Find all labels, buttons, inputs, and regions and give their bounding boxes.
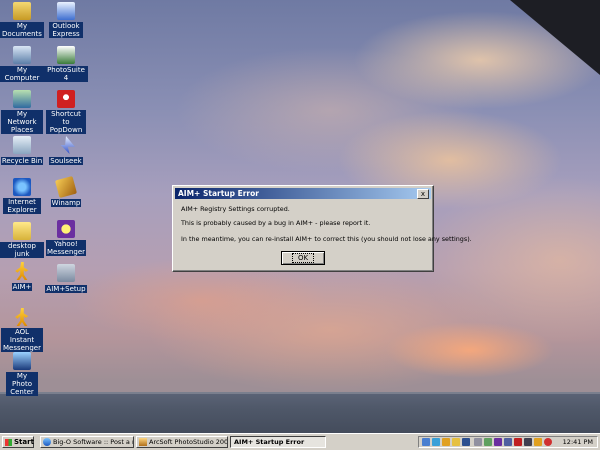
outlook-express-icon bbox=[57, 2, 75, 20]
desktop-icon-outlook-express[interactable]: Outlook Express bbox=[44, 2, 88, 38]
close-button[interactable]: x bbox=[417, 189, 429, 199]
soulseek-icon bbox=[60, 136, 75, 154]
update-icon[interactable] bbox=[432, 438, 440, 446]
windows-logo-icon bbox=[5, 439, 12, 446]
error-dialog: AIM+ Startup Error x AIM+ Registry Setti… bbox=[172, 185, 472, 272]
yahoo-messenger-icon bbox=[57, 220, 75, 238]
desktop-icon-internet-explorer[interactable]: Internet Explorer bbox=[0, 178, 44, 214]
desktop-icon-desktop-junk[interactable]: desktop junk bbox=[0, 222, 44, 258]
speaker-icon[interactable] bbox=[474, 438, 482, 446]
aol-instant-messenger-icon bbox=[15, 308, 29, 326]
browser-icon bbox=[43, 438, 51, 446]
dialog-message-line: AIM+ Registry Settings corrupted. bbox=[181, 205, 290, 213]
desktop-icon-label: My Documents bbox=[0, 22, 44, 38]
mcafee-icon[interactable] bbox=[514, 438, 522, 446]
network-places-icon bbox=[13, 90, 31, 108]
taskbar-button-big-o-software[interactable]: Big-O Software :: Post a n... bbox=[40, 436, 134, 448]
ok-button[interactable]: OK bbox=[281, 251, 325, 265]
desktop-icon-my-documents[interactable]: My Documents bbox=[0, 2, 44, 38]
network-icon[interactable] bbox=[422, 438, 430, 446]
desktop-icon-aol-instant-messenger[interactable]: AOL Instant Messenger bbox=[0, 308, 44, 352]
desktop-icon-recycle-bin[interactable]: Recycle Bin bbox=[0, 136, 44, 165]
system-tray: 12:41 PM bbox=[418, 436, 598, 448]
antivirus-icon[interactable] bbox=[524, 438, 532, 446]
taskbar-button-label: Big-O Software :: Post a n... bbox=[53, 438, 134, 446]
desktop-icon-label: AIM+ bbox=[11, 283, 33, 291]
taskbar-button-photostudio[interactable]: ArcSoft PhotoStudio 2000 bbox=[136, 436, 228, 448]
desktop-icon-shortcut-popdown[interactable]: Shortcut to PopDown bbox=[44, 90, 88, 134]
desktop-icon-label: AOL Instant Messenger bbox=[1, 328, 43, 352]
dialog-title: AIM+ Startup Error bbox=[178, 189, 259, 198]
desktop-icon-winamp[interactable]: Winamp bbox=[44, 175, 88, 207]
desktop-icon-my-network-places[interactable]: My Network Places bbox=[0, 90, 44, 134]
photosuite-icon bbox=[57, 46, 75, 64]
aim-setup-icon bbox=[57, 264, 75, 282]
corner-shadow bbox=[510, 0, 600, 75]
aim-tray-icon[interactable] bbox=[442, 438, 450, 446]
taskbar: Start Big-O Software :: Post a n... ArcS… bbox=[0, 433, 600, 450]
start-label: Start bbox=[14, 438, 34, 446]
desktop: My Documents My Computer My Network Plac… bbox=[0, 0, 600, 433]
desktop-icon-label: Recycle Bin bbox=[0, 157, 44, 165]
folder-icon bbox=[13, 222, 31, 240]
desktop-icon-my-photo-center[interactable]: My Photo Center bbox=[0, 352, 44, 396]
desktop-icon-label: My Computer bbox=[0, 66, 44, 82]
desktop-icon-label: PhotoSuite 4 bbox=[44, 66, 88, 82]
desktop-icon-label: My Photo Center bbox=[6, 372, 38, 396]
dialog-message-line: This is probably caused by a bug in AIM+… bbox=[181, 219, 371, 227]
desktop-icon-aim-plus[interactable]: AIM+ bbox=[0, 262, 44, 291]
desktop-icon-my-computer[interactable]: My Computer bbox=[0, 46, 44, 82]
soulseek-tray-icon[interactable] bbox=[462, 438, 470, 446]
desktop-icon-label: Outlook Express bbox=[49, 22, 83, 38]
desktop-icon-label: Yahoo! Messenger bbox=[46, 240, 86, 256]
monitor-icon[interactable] bbox=[504, 438, 512, 446]
winamp-tray-icon[interactable] bbox=[534, 438, 542, 446]
taskbar-button-label: AIM+ Startup Error bbox=[234, 438, 305, 446]
winamp-icon bbox=[54, 175, 78, 199]
aim-plus-tray-icon[interactable] bbox=[452, 438, 460, 446]
display-icon[interactable] bbox=[484, 438, 492, 446]
desktop-icon-label: desktop junk bbox=[0, 242, 44, 258]
horizon-line bbox=[0, 392, 600, 394]
desktop-icon-soulseek[interactable]: Soulseek bbox=[44, 136, 88, 165]
photo-center-icon bbox=[13, 352, 31, 370]
clock[interactable]: 12:41 PM bbox=[563, 437, 593, 447]
my-documents-icon bbox=[13, 2, 31, 20]
popdown-tray-icon[interactable] bbox=[544, 438, 552, 446]
dialog-titlebar[interactable]: AIM+ Startup Error x bbox=[175, 188, 431, 199]
internet-explorer-icon bbox=[13, 178, 31, 196]
ok-button-label: OK bbox=[291, 253, 315, 263]
desktop-icon-label: Soulseek bbox=[49, 157, 83, 165]
desktop-icon-label: AIM+Setup bbox=[45, 285, 87, 293]
taskbar-button-aim-startup-error[interactable]: AIM+ Startup Error bbox=[230, 436, 326, 448]
desktop-icon-label: Shortcut to PopDown bbox=[46, 110, 86, 134]
start-button[interactable]: Start bbox=[2, 436, 34, 448]
sea-horizon bbox=[0, 392, 600, 433]
desktop-icon-yahoo-messenger[interactable]: Yahoo! Messenger bbox=[44, 220, 88, 256]
popdown-icon bbox=[57, 90, 75, 108]
aim-icon bbox=[15, 262, 29, 280]
desktop-icon-label: Internet Explorer bbox=[3, 198, 41, 214]
my-computer-icon bbox=[13, 46, 31, 64]
desktop-icon-photosuite[interactable]: PhotoSuite 4 bbox=[44, 46, 88, 82]
desktop-icon-label: Winamp bbox=[50, 199, 82, 207]
dialog-message-line: In the meantime, you can re-install AIM+… bbox=[181, 235, 472, 243]
yahoo-tray-icon[interactable] bbox=[494, 438, 502, 446]
taskbar-button-label: ArcSoft PhotoStudio 2000 bbox=[149, 438, 228, 446]
recycle-bin-icon bbox=[13, 136, 31, 154]
desktop-icon-label: My Network Places bbox=[1, 110, 43, 134]
desktop-icon-aim-setup[interactable]: AIM+Setup bbox=[44, 264, 88, 293]
photostudio-icon bbox=[139, 438, 147, 446]
